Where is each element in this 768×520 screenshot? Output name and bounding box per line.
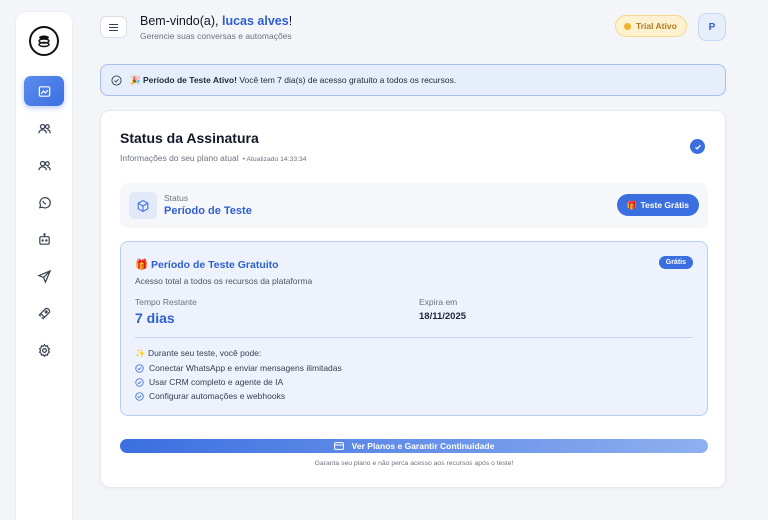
remaining-time-label: Tempo Restante	[135, 297, 197, 307]
feature-text: Conectar WhatsApp e enviar mensagens ili…	[149, 363, 342, 373]
avatar[interactable]: P	[698, 13, 726, 41]
logo-icon	[38, 35, 50, 48]
updated-timestamp: • Atualizado 14:33:34	[242, 156, 307, 163]
trial-pill-label: Teste Grátis	[640, 200, 689, 210]
menu-toggle-button[interactable]	[100, 16, 127, 38]
greeting: Bem-vindo(a), lucas alves!	[140, 14, 292, 28]
users-icon	[37, 123, 51, 133]
settings-icon	[38, 343, 50, 357]
trial-badge-label: Trial Ativo	[636, 21, 677, 31]
sidebar-item-campaigns[interactable]	[24, 261, 64, 291]
view-plans-button[interactable]: Ver Planos e Garantir Continuidade	[120, 439, 708, 453]
alert-bold-text: Período de Teste Ativo!	[142, 74, 237, 85]
subscription-card: Status da Assinatura Informações do seu …	[100, 110, 726, 488]
hamburger-icon	[109, 23, 118, 31]
expires-label: Expira em	[419, 297, 458, 307]
sidebar-item-bot[interactable]	[24, 224, 64, 254]
sidebar-item-contacts[interactable]	[24, 150, 64, 180]
feature-text: Usar CRM completo e agente de IA	[149, 377, 284, 387]
gift-icon: 🎁	[135, 259, 149, 271]
credit-card-icon	[333, 442, 344, 450]
during-trial-label: ✨ Durante seu teste, você pode:	[135, 348, 261, 359]
sidebar-item-users[interactable]	[24, 113, 64, 143]
feature-item: Configurar automações e webhooks	[135, 391, 285, 401]
alert-message: 🎉 Período de Teste Ativo! Você tem 7 dia…	[130, 75, 456, 86]
greeting-suffix: !	[288, 14, 293, 28]
whatsapp-icon	[38, 196, 51, 208]
view-plans-label: Ver Planos e Garantir Continuidade	[351, 441, 495, 451]
logo[interactable]	[29, 26, 59, 56]
status-panel: Status Período de Teste 🎁 Teste Grátis	[120, 183, 708, 228]
contacts-icon	[37, 160, 51, 170]
greeting-prefix: Bem-vindo(a),	[140, 14, 219, 28]
check-circle-icon	[135, 377, 144, 387]
divider	[135, 337, 693, 338]
trial-title: 🎁 Período de Teste Gratuito	[135, 258, 279, 271]
package-icon	[129, 192, 157, 219]
sidebar-item-dashboard[interactable]	[24, 76, 64, 106]
during-trial-text: Durante seu teste, você pode:	[147, 348, 262, 358]
alert-text: Você tem 7 dia(s) de acesso gratuito a t…	[239, 74, 457, 85]
status-label: Status	[164, 193, 189, 203]
check-circle-icon	[135, 363, 144, 373]
bot-icon	[38, 232, 50, 245]
feature-text: Configurar automações e webhooks	[149, 391, 286, 401]
sparkle-icon: ✨	[135, 348, 146, 358]
chart-icon	[38, 85, 50, 97]
user-name: lucas alves	[221, 14, 289, 28]
greeting-subtitle: Gerencie suas conversas e automações	[140, 31, 292, 41]
status-value: Período de Teste	[164, 205, 252, 217]
rocket-icon	[37, 307, 50, 320]
trial-status-badge[interactable]: Trial Ativo	[615, 15, 687, 37]
verified-icon	[690, 139, 705, 154]
trial-pill-button[interactable]: 🎁 Teste Grátis	[616, 194, 699, 216]
expires-value: 18/11/2025	[419, 311, 467, 322]
sidebar-item-whatsapp[interactable]	[24, 187, 64, 217]
card-title: Status da Assinatura	[120, 130, 259, 146]
sidebar	[16, 12, 72, 520]
status-dot-icon	[624, 22, 631, 30]
cta-note: Garanta seu plano e não perca acesso aos…	[314, 460, 514, 467]
feature-item: Conectar WhatsApp e enviar mensagens ili…	[135, 363, 342, 373]
trial-alert: 🎉 Período de Teste Ativo! Você tem 7 dia…	[100, 64, 726, 96]
trial-details-panel: 🎁 Período de Teste Gratuito Grátis Acess…	[120, 241, 708, 416]
gift-icon: 🎁	[626, 199, 638, 210]
sidebar-item-launch[interactable]	[24, 298, 64, 328]
send-icon	[36, 269, 51, 284]
feature-item: Usar CRM completo e agente de IA	[135, 377, 283, 387]
trial-description: Acesso total a todos os recursos da plat…	[135, 276, 313, 286]
check-circle-icon	[135, 391, 144, 401]
remaining-time-value: 7 dias	[135, 310, 175, 326]
card-subtitle-text: Informações do seu plano atual	[120, 153, 239, 163]
sidebar-item-settings[interactable]	[24, 335, 64, 365]
header: Bem-vindo(a), lucas alves! Gerencie suas…	[100, 12, 726, 44]
card-subtitle: Informações do seu plano atual • Atualiza…	[120, 153, 307, 163]
party-icon: 🎉	[130, 74, 141, 85]
check-circle-icon	[111, 74, 122, 86]
free-badge: Grátis	[658, 256, 693, 269]
trial-title-text: Período de Teste Gratuito	[151, 259, 279, 271]
